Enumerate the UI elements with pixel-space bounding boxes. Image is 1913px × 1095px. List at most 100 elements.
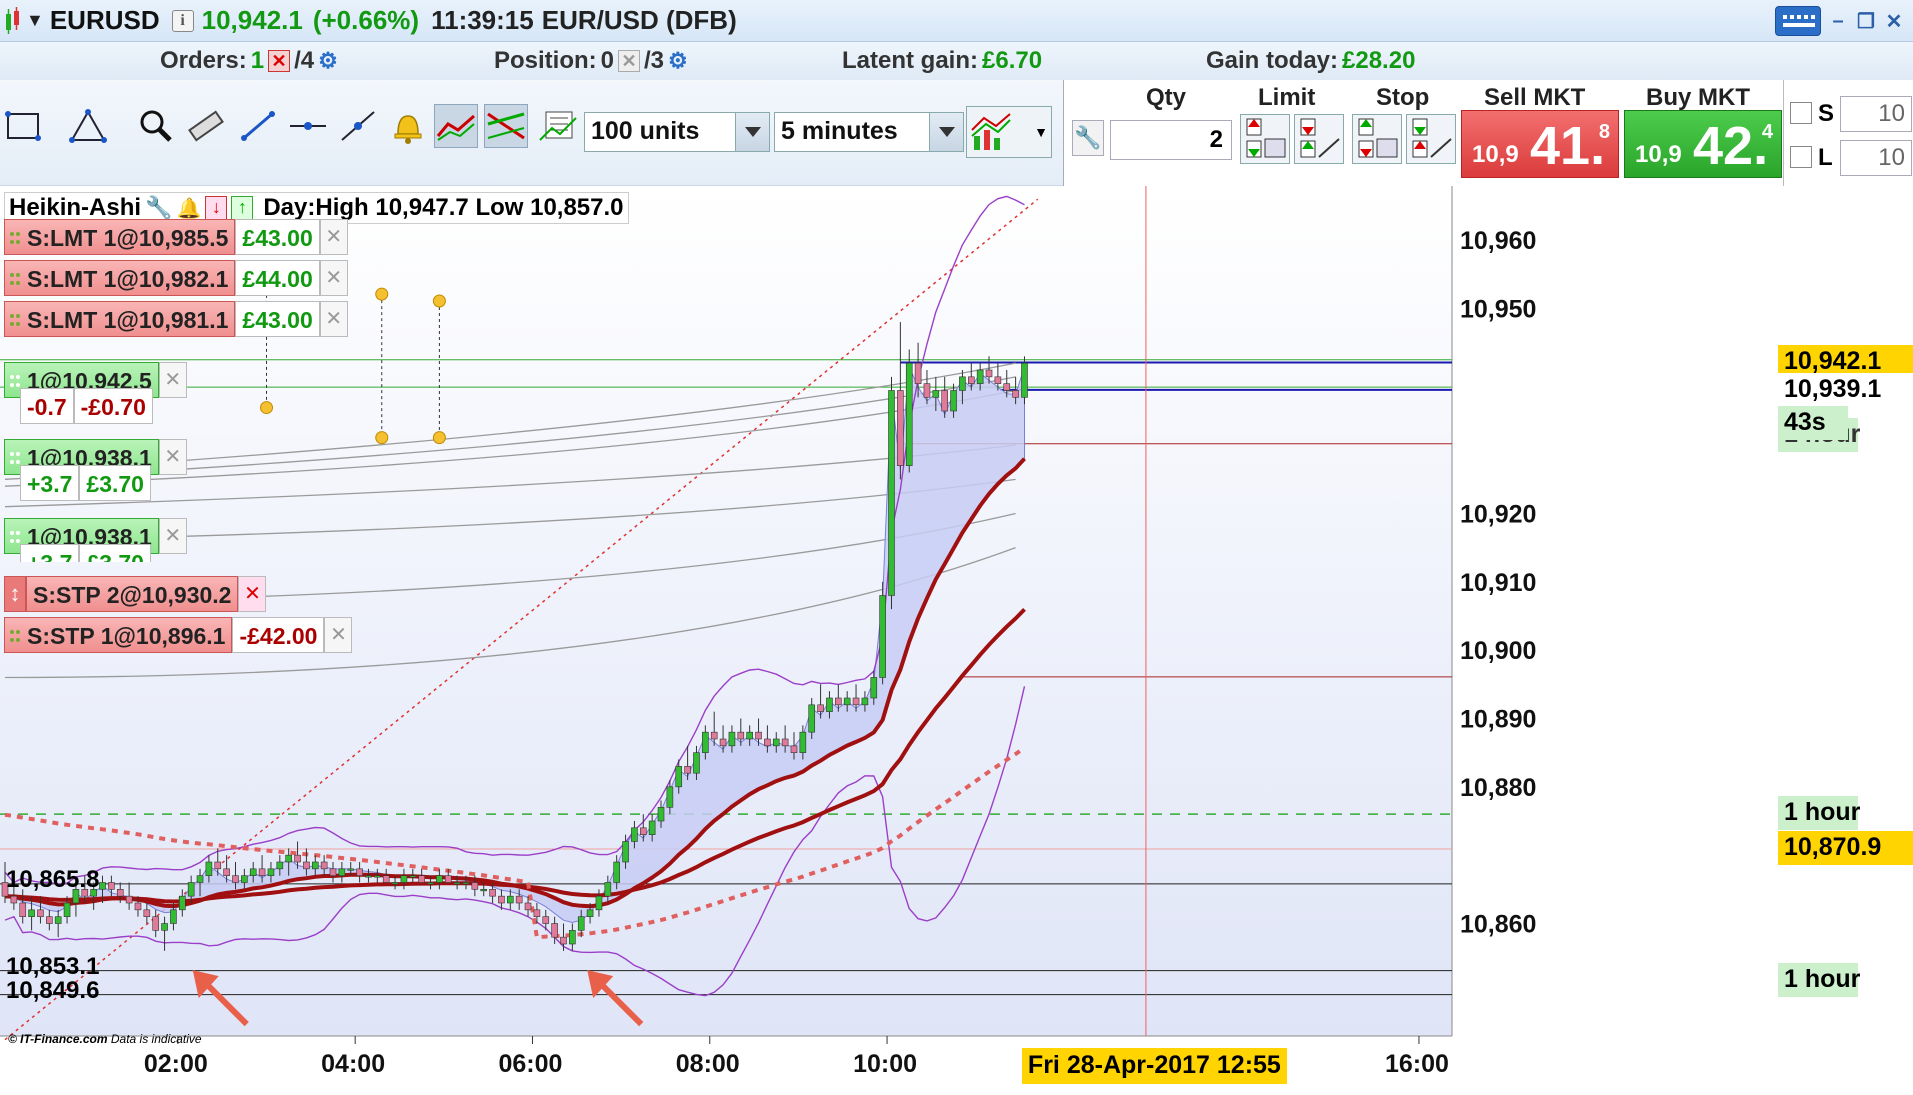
- select-rectangle-icon[interactable]: [2, 104, 46, 148]
- order-tag[interactable]: S:LMT 1@10,985.5: [4, 218, 236, 255]
- stop-checkbox[interactable]: [1790, 102, 1812, 124]
- chevron-down-icon[interactable]: ▼: [26, 10, 44, 31]
- chevron-down-icon[interactable]: [735, 113, 769, 151]
- keyboard-icon[interactable]: [1775, 6, 1821, 36]
- triangle-tool-icon[interactable]: [66, 104, 110, 148]
- restore-icon[interactable]: ❐: [1855, 9, 1877, 34]
- orders-settings-icon[interactable]: ⚙: [318, 48, 338, 74]
- study-list-icon[interactable]: [536, 104, 580, 148]
- cancel-order-icon[interactable]: ✕: [319, 301, 348, 338]
- candle-body: [427, 882, 434, 885]
- cancel-orders-icon[interactable]: ✕: [268, 50, 291, 72]
- order-tag[interactable]: S:LMT 1@10,982.1: [4, 259, 236, 296]
- position-settings-icon[interactable]: ⚙: [668, 48, 688, 74]
- price-change: (+0.66%): [312, 5, 420, 35]
- stop-order-1[interactable]: ↕ S:STP 2@10,930.2 ✕: [4, 576, 267, 613]
- y-tick-label: 10,920: [1460, 501, 1536, 529]
- limit-sell-icon[interactable]: [1294, 114, 1344, 164]
- limit-checkbox[interactable]: [1790, 146, 1812, 168]
- alert-bell-icon[interactable]: 🔔: [176, 196, 201, 221]
- cursor-date-tag: Fri 28-Apr-2017 12:55: [1021, 1048, 1287, 1084]
- drag-handle-icon[interactable]: ↕: [4, 576, 26, 613]
- candle-body: [267, 868, 275, 876]
- deal-ticket: 🔧 Qty 2 Limit Stop Sell MKT Buy MKT 10,9…: [1063, 80, 1783, 186]
- latent-gain: Latent gain: £6.70: [842, 47, 1042, 75]
- limit-order-1[interactable]: S:LMT 1@10,985.5 £43.00 ✕: [4, 218, 348, 255]
- cancel-order-icon[interactable]: ✕: [319, 259, 348, 296]
- candle-body: [551, 923, 558, 938]
- candle-body: [489, 889, 496, 897]
- trade-size-value: 100 units: [591, 117, 700, 145]
- wrench-icon[interactable]: 🔧: [1072, 120, 1104, 156]
- candle-body: [976, 369, 984, 384]
- x-tick-label: 02:00: [144, 1050, 208, 1078]
- limit-buy-icon[interactable]: [1240, 114, 1290, 164]
- ruler-icon[interactable]: [184, 104, 228, 148]
- stop-distance-input[interactable]: 10: [1840, 96, 1912, 132]
- candle-body: [400, 875, 408, 883]
- position-2-pnl: +3.7 £3.70: [20, 465, 151, 502]
- buy-market-button[interactable]: 10,9 42. 4: [1624, 110, 1782, 178]
- candle-body: [808, 704, 816, 733]
- candle-body: [542, 916, 550, 924]
- stop-sell-icon[interactable]: [1406, 114, 1456, 164]
- cancel-stop-icon[interactable]: ✕: [324, 617, 353, 654]
- horizontal-line-icon[interactable]: [286, 104, 330, 148]
- stop-buy-icon[interactable]: [1352, 114, 1402, 164]
- limit-order-2[interactable]: S:LMT 1@10,982.1 £44.00 ✕: [4, 259, 348, 296]
- close-position-icon[interactable]: ✕: [158, 361, 187, 398]
- trade-size-select[interactable]: 100 units: [584, 112, 770, 152]
- chart-style-button[interactable]: ▼: [966, 106, 1052, 158]
- cancel-stop-icon[interactable]: ✕: [238, 576, 267, 613]
- sell-market-button[interactable]: 10,9 41. 8: [1461, 110, 1619, 178]
- order-handle-dot: [432, 431, 446, 445]
- x-tick-label: 10:00: [853, 1050, 917, 1078]
- candle-body: [631, 827, 638, 842]
- candle-body: [258, 868, 266, 876]
- candle-body: [648, 820, 656, 835]
- close-positions-icon[interactable]: ✕: [618, 50, 641, 72]
- sell-arrow-icon[interactable]: ↓: [205, 196, 228, 220]
- candle-body: [897, 390, 904, 466]
- position-pnl-points: -0.7: [20, 387, 74, 424]
- indicator-lines-icon[interactable]: [434, 104, 478, 148]
- qty-input[interactable]: 2: [1110, 120, 1232, 160]
- info-icon[interactable]: i: [171, 9, 194, 32]
- limit-order-3[interactable]: S:LMT 1@10,981.1 £43.00 ✕: [4, 301, 348, 338]
- stop-order-2[interactable]: S:STP 1@10,896.1 -£42.00 ✕: [4, 617, 353, 654]
- order-tag[interactable]: S:LMT 1@10,981.1: [4, 301, 236, 338]
- chevron-down-icon[interactable]: [929, 113, 963, 151]
- candle-body: [161, 923, 168, 931]
- alert-bell-icon[interactable]: [386, 104, 430, 148]
- cancel-order-icon[interactable]: ✕: [319, 218, 348, 255]
- wrench-icon[interactable]: 🔧: [145, 195, 172, 221]
- stop-label: S:STP 1@10,896.1: [27, 623, 226, 650]
- buy-arrow-icon[interactable]: ↑: [231, 196, 254, 220]
- trendline-icon[interactable]: [336, 104, 380, 148]
- candle-body: [1003, 383, 1011, 391]
- close-position-icon[interactable]: ✕: [158, 439, 187, 476]
- timeframe-select[interactable]: 5 minutes: [774, 112, 964, 152]
- server-time: 11:39:15: [431, 5, 534, 35]
- candlestick-icon[interactable]: [4, 6, 22, 36]
- candle-body: [249, 868, 257, 876]
- candle-body: [888, 390, 895, 596]
- close-icon[interactable]: ✕: [1883, 9, 1905, 34]
- candle-body: [498, 895, 505, 904]
- gain-today-label: Gain today:: [1206, 47, 1339, 74]
- sell-price-pip: 8: [1598, 121, 1610, 143]
- stop-tag[interactable]: S:STP 1@10,896.1: [4, 617, 233, 654]
- price-chart-area[interactable]: 10,960 10,950 10,920 10,910 10,900 10,890 10,8…: [0, 186, 1913, 1095]
- line-arrows-icon[interactable]: [236, 104, 280, 148]
- candle-body: [781, 738, 789, 747]
- instrument-name: EUR/USD (DFB): [541, 5, 737, 35]
- minimize-icon[interactable]: –: [1827, 10, 1849, 33]
- y-tick-label: 10,890: [1460, 706, 1536, 734]
- candle-body: [728, 731, 736, 747]
- zoom-icon[interactable]: [134, 104, 178, 148]
- channel-tool-icon[interactable]: [484, 104, 528, 148]
- limit-distance-input[interactable]: 10: [1840, 140, 1912, 176]
- instrument-symbol[interactable]: EURUSD: [50, 5, 160, 36]
- stop-tag[interactable]: S:STP 2@10,930.2: [26, 576, 239, 613]
- close-position-icon[interactable]: ✕: [158, 518, 187, 555]
